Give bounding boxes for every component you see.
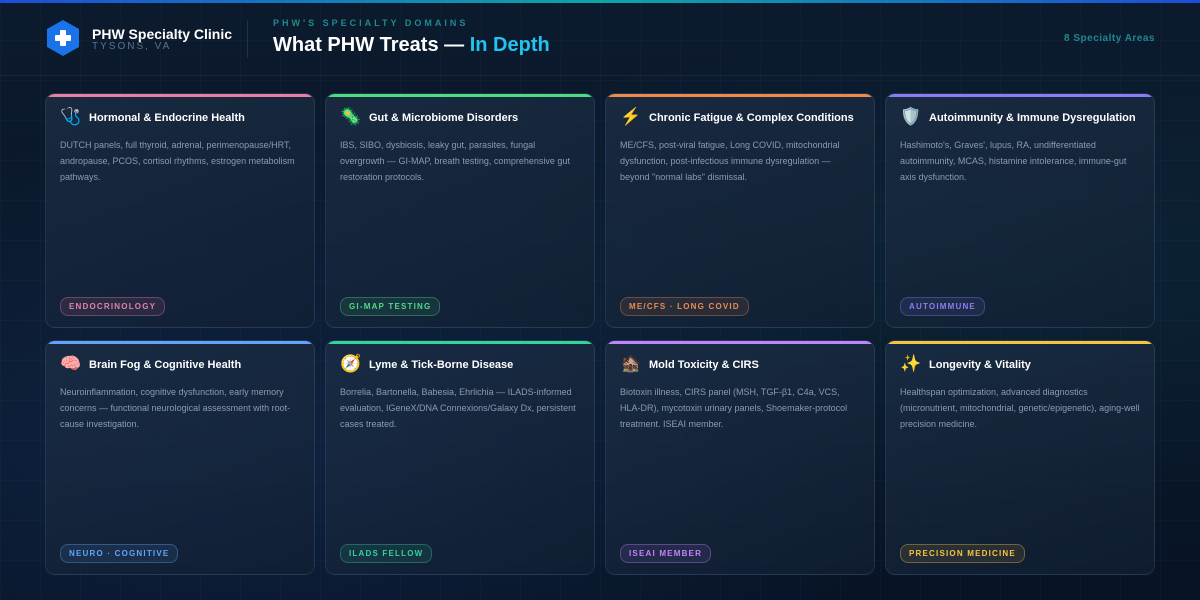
house-icon: 🏚️ bbox=[620, 354, 642, 373]
card-description: DUTCH panels, full thyroid, adrenal, per… bbox=[60, 140, 295, 182]
card-accent-bar bbox=[886, 341, 1154, 344]
specialty-card-longevity[interactable]: ✨ Longevity & Vitality Healthspan optimi… bbox=[885, 340, 1155, 575]
specialty-card-mold[interactable]: 🏚️ Mold Toxicity & CIRS Biotoxin illness… bbox=[605, 340, 875, 575]
card-accent-bar bbox=[326, 94, 594, 97]
clinic-location: TYSONS, VA bbox=[92, 41, 172, 52]
card-accent-bar bbox=[606, 94, 874, 97]
card-tag: GI-MAP TESTING bbox=[340, 297, 441, 316]
card-description: Hashimoto's, Graves', lupus, RA, undiffe… bbox=[900, 140, 1127, 182]
card-tag: ISEAI MEMBER bbox=[620, 544, 712, 563]
page-title-main: What PHW Treats — bbox=[273, 34, 470, 56]
shield-icon: 🛡️ bbox=[900, 107, 922, 126]
specialty-card-brain-fog[interactable]: 🧠 Brain Fog & Cognitive Health Neuroinfl… bbox=[45, 340, 315, 575]
card-accent-bar bbox=[606, 341, 874, 344]
card-accent-bar bbox=[46, 341, 314, 344]
card-title: Longevity & Vitality bbox=[929, 359, 1031, 371]
card-tag: AUTOIMMUNE bbox=[900, 297, 985, 316]
microbe-icon: 🦠 bbox=[340, 107, 362, 126]
specialty-card-hormonal[interactable]: 🩺 Hormonal & Endocrine Health DUTCH pane… bbox=[45, 93, 315, 328]
card-description: IBS, SIBO, dysbiosis, leaky gut, parasit… bbox=[340, 140, 570, 182]
card-tag: ENDOCRINOLOGY bbox=[60, 297, 166, 316]
card-accent-bar bbox=[886, 94, 1154, 97]
card-title: Brain Fog & Cognitive Health bbox=[89, 359, 242, 371]
card-title: Mold Toxicity & CIRS bbox=[649, 359, 759, 371]
medical-cross-hexagon-icon bbox=[47, 20, 79, 56]
card-tag: PRECISION MEDICINE bbox=[900, 544, 1025, 563]
card-title: Hormonal & Endocrine Health bbox=[89, 112, 245, 124]
section-eyebrow: PHW'S SPECIALTY DOMAINS bbox=[273, 18, 469, 28]
clinic-name: PHW Specialty Clinic bbox=[92, 26, 233, 42]
brain-icon: 🧠 bbox=[60, 354, 82, 373]
card-tag: ME/CFS · LONG COVID bbox=[620, 297, 749, 316]
card-title: Gut & Microbiome Disorders bbox=[369, 112, 519, 124]
card-tag: NEURO · COGNITIVE bbox=[60, 544, 179, 563]
card-description: ME/CFS, post-viral fatigue, Long COVID, … bbox=[620, 140, 840, 182]
card-tag: ILADS FELLOW bbox=[340, 544, 433, 563]
card-description: Healthspan optimization, advanced diagno… bbox=[900, 387, 1140, 429]
card-title: Lyme & Tick-Borne Disease bbox=[369, 359, 514, 371]
specialty-count: 8 Specialty Areas bbox=[1064, 33, 1155, 44]
sparkles-icon: ✨ bbox=[900, 354, 922, 373]
header-divider bbox=[247, 20, 248, 58]
card-accent-bar bbox=[326, 341, 594, 344]
specialty-card-autoimmunity[interactable]: 🛡️ Autoimmunity & Immune Dysregulation H… bbox=[885, 93, 1155, 328]
page-title-accent: In Depth bbox=[469, 34, 550, 56]
card-description: Neuroinflammation, cognitive dysfunction… bbox=[60, 387, 291, 429]
stethoscope-icon: 🩺 bbox=[60, 107, 82, 126]
compass-icon: 🧭 bbox=[340, 354, 362, 373]
specialty-card-gut[interactable]: 🦠 Gut & Microbiome Disorders IBS, SIBO, … bbox=[325, 93, 595, 328]
card-description: Borrelia, Bartonella, Babesia, Ehrlichia… bbox=[340, 387, 576, 429]
lightning-icon: ⚡ bbox=[620, 107, 642, 126]
card-title: Chronic Fatigue & Complex Conditions bbox=[649, 112, 854, 124]
page-header: PHW Specialty Clinic TYSONS, VA PHW'S SP… bbox=[0, 3, 1200, 76]
card-title: Autoimmunity & Immune Dysregulation bbox=[929, 112, 1136, 124]
page-title: What PHW Treats — In Depth bbox=[273, 34, 550, 57]
card-accent-bar bbox=[46, 94, 314, 97]
card-description: Biotoxin illness, CIRS panel (MSH, TGF-β… bbox=[620, 387, 848, 429]
specialty-card-fatigue[interactable]: ⚡ Chronic Fatigue & Complex Conditions M… bbox=[605, 93, 875, 328]
specialty-card-lyme[interactable]: 🧭 Lyme & Tick-Borne Disease Borrelia, Ba… bbox=[325, 340, 595, 575]
